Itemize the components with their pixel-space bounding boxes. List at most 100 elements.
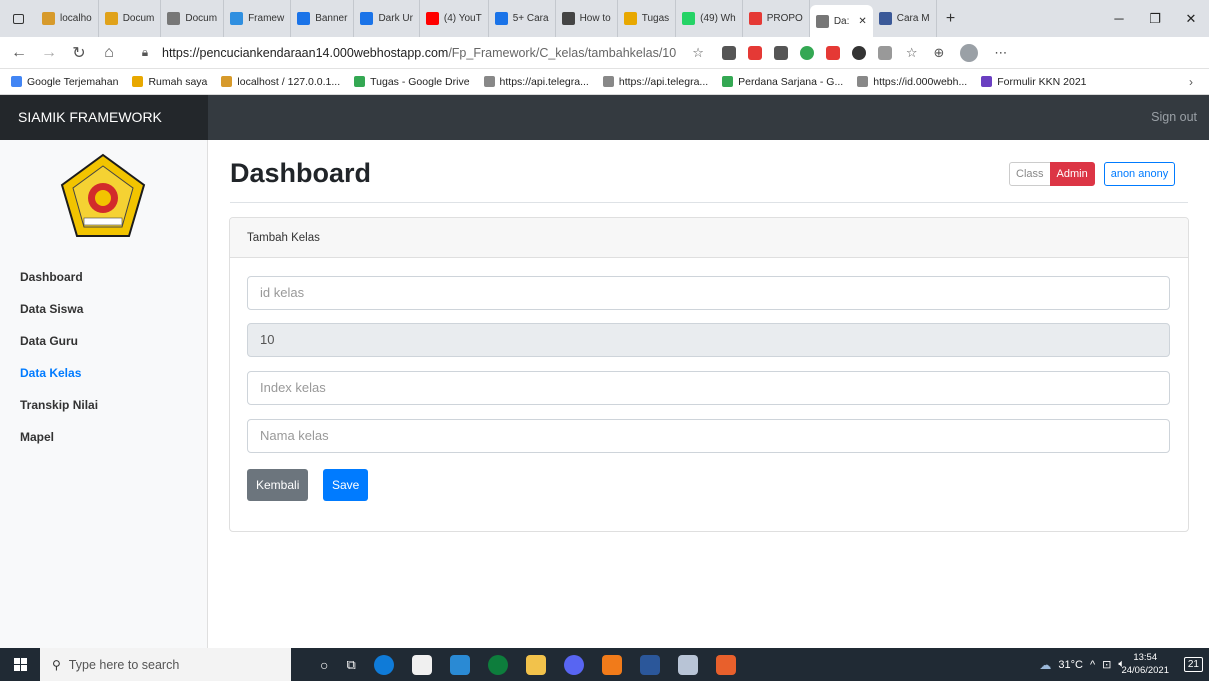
card-title: Tambah Kelas	[230, 218, 1188, 258]
url-field[interactable]: https://pencuciankendaraan14.000webhosta…	[162, 46, 676, 60]
collections-icon[interactable]: ⊕	[934, 45, 945, 61]
browser-tab[interactable]: 5+ Cara	[489, 0, 556, 37]
cortana-icon[interactable]: ○	[320, 657, 328, 673]
browser-tab[interactable]: Framew	[224, 0, 292, 37]
tab-label: Dark Ur	[378, 13, 413, 24]
word-icon[interactable]	[639, 654, 660, 675]
edge-icon[interactable]	[373, 654, 394, 675]
back-button[interactable]: Kembali	[247, 469, 309, 501]
home-icon[interactable]: ⌂	[98, 44, 120, 62]
browser-tab[interactable]: PROPO	[743, 0, 810, 37]
bookmark-item[interactable]: Tugas - Google Drive	[347, 76, 476, 88]
restore-icon[interactable]: ❐	[1137, 11, 1173, 27]
back-icon[interactable]: ←	[8, 44, 30, 62]
tab-favicon-icon	[878, 12, 892, 25]
sidebar-item-data-siswa[interactable]: Data Siswa	[20, 302, 83, 316]
taskbar-search[interactable]: ⚲ Type here to search	[40, 648, 291, 681]
close-window-icon[interactable]: ✕	[1173, 11, 1209, 27]
app-green-icon[interactable]	[487, 654, 508, 675]
mail-icon[interactable]	[449, 654, 470, 675]
tab-label: Docum	[185, 13, 218, 24]
task-view-icon[interactable]: ⧉	[346, 657, 355, 673]
bookmark-item[interactable]: https://id.000webh...	[850, 76, 974, 88]
tray-expand-icon[interactable]: ^	[1090, 659, 1095, 671]
weather-icon[interactable]: ☁	[1039, 658, 1051, 672]
browser-tab[interactable]: (4) YouT	[420, 0, 489, 37]
bookmark-label: https://id.000webh...	[873, 75, 968, 88]
file-explorer-icon[interactable]	[525, 654, 546, 675]
discord-icon[interactable]	[563, 654, 584, 675]
class-button[interactable]: Class	[1009, 162, 1051, 186]
id-kelas-input[interactable]: id kelas	[247, 276, 1170, 310]
brand[interactable]: SIAMIK FRAMEWORK	[0, 95, 208, 140]
store-icon[interactable]	[411, 654, 432, 675]
app-tool-icon[interactable]	[715, 654, 736, 675]
tab-favicon-icon	[494, 12, 508, 25]
browser-tab[interactable]: Cara M	[873, 0, 937, 37]
sidebar-item-data-kelas[interactable]: Data Kelas	[20, 366, 81, 380]
bookmark-item[interactable]: Formulir KKN 2021	[974, 76, 1093, 88]
nama-kelas-input[interactable]: Nama kelas	[247, 419, 1170, 453]
admin-button[interactable]: Admin	[1049, 162, 1095, 186]
bookmark-icon	[132, 76, 144, 87]
bookmark-label: localhost / 127.0.0.1...	[237, 75, 341, 88]
index-kelas-input[interactable]: Index kelas	[247, 371, 1170, 405]
bookmark-item[interactable]: Perdana Sarjana - G...	[715, 76, 850, 88]
extension-leaf-icon[interactable]	[799, 45, 814, 60]
divider	[230, 202, 1188, 203]
windows-start-icon[interactable]	[0, 648, 40, 681]
browser-tab[interactable]: Dark Ur	[354, 0, 420, 37]
bookmark-item[interactable]: https://api.telegra...	[477, 76, 596, 88]
bookmark-item[interactable]: Rumah saya	[125, 76, 214, 88]
favorites-icon[interactable]: ☆	[906, 45, 918, 61]
browser-tab[interactable]: How to	[556, 0, 618, 37]
minimize-icon[interactable]: ─	[1101, 11, 1137, 26]
browser-tab[interactable]: localho	[36, 0, 99, 37]
browser-tab[interactable]: Banner	[291, 0, 355, 37]
extension-arrow-icon[interactable]	[747, 45, 762, 60]
clock[interactable]: 13:54 24/06/2021	[1121, 651, 1169, 677]
tray-network-icon[interactable]: ⊡	[1102, 658, 1111, 671]
new-tab-icon[interactable]: +	[937, 10, 965, 28]
bookmark-item[interactable]: localhost / 127.0.0.1...	[214, 76, 347, 88]
profile-avatar-icon[interactable]	[960, 43, 979, 62]
tab-label: Framew	[248, 13, 285, 24]
extension-chat-icon[interactable]	[773, 45, 788, 60]
browser-tab[interactable]: Docum	[99, 0, 162, 37]
extension-pinterest-icon[interactable]	[851, 45, 866, 60]
app-cloud-icon[interactable]	[677, 654, 698, 675]
sidebar-item-dashboard[interactable]: Dashboard	[20, 270, 83, 284]
save-button[interactable]: Save	[323, 469, 369, 501]
sidebar-item-mapel[interactable]: Mapel	[20, 430, 54, 444]
bookmark-icon	[11, 76, 22, 87]
kelas-id-disabled-field: 10	[247, 323, 1170, 357]
close-tab-icon[interactable]: ✕	[858, 16, 866, 27]
sidebar-item-transkip-nilai[interactable]: Transkip Nilai	[20, 398, 98, 412]
browser-tab[interactable]: Tugas	[618, 0, 677, 37]
tab-label: Tugas	[641, 13, 670, 24]
browser-tab[interactable]: Docum	[161, 0, 225, 37]
refresh-icon[interactable]: ↻	[68, 43, 90, 63]
browser-tab[interactable]: (49) Wh	[676, 0, 743, 37]
user-button[interactable]: anon anony	[1103, 162, 1176, 186]
forward-icon[interactable]: →	[38, 44, 60, 62]
bookmark-item[interactable]: https://api.telegra...	[596, 76, 715, 88]
tab-favicon-icon	[748, 12, 762, 25]
sidebar-item-data-guru[interactable]: Data Guru	[20, 334, 78, 348]
bookmark-item[interactable]: Google Terjemahan	[4, 76, 125, 88]
university-logo-icon	[60, 153, 146, 237]
browser-tab-bar: localho Docum Docum Framew Banner Dark Ur (4) …	[0, 0, 1209, 37]
favorite-star-icon[interactable]: ☆	[692, 45, 704, 61]
tab-favicon-icon	[815, 14, 829, 28]
browser-tab[interactable]: Da: ✕	[809, 5, 873, 37]
sign-out-link[interactable]: Sign out	[1151, 95, 1197, 140]
tab-actions-icon[interactable]	[0, 0, 36, 37]
extension-m-icon[interactable]	[825, 45, 840, 60]
bookmarks-overflow-icon[interactable]: ›	[1189, 75, 1193, 89]
more-menu-icon[interactable]: ⋯	[994, 45, 1007, 61]
weather-temp[interactable]: 31°C	[1058, 659, 1083, 671]
extension-s-icon[interactable]	[721, 45, 736, 60]
notification-center-icon[interactable]: 21	[1183, 648, 1203, 681]
xampp-icon[interactable]	[601, 654, 622, 675]
extension-puzzle-icon[interactable]	[877, 45, 892, 60]
